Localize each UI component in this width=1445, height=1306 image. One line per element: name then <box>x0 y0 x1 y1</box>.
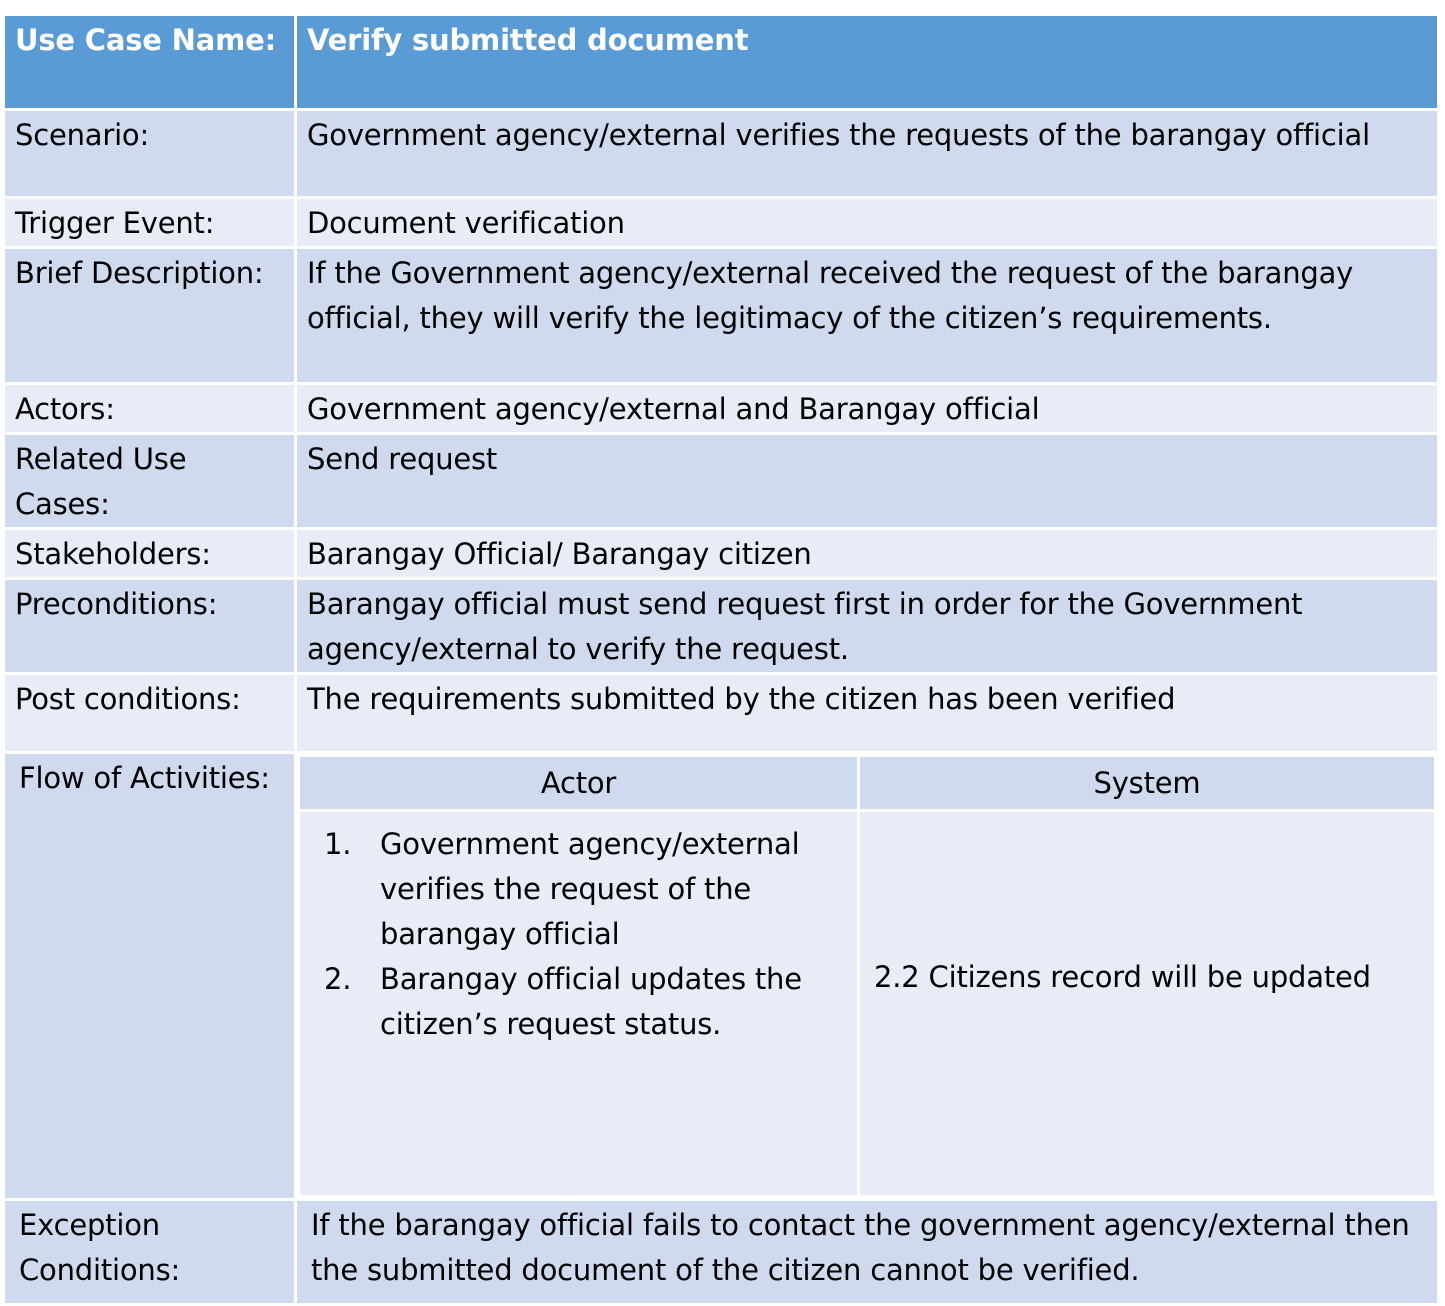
system-response-cell: 2.2 Citizens record will be updated <box>857 809 1437 1198</box>
trigger-event-row: Trigger Event: Document verification <box>2 196 1440 249</box>
exception-conditions-label: Exception Conditions: <box>2 1198 297 1306</box>
brief-description-row: Brief Description: If the Government age… <box>2 246 1440 385</box>
exception-conditions-row: Exception Conditions: If the barangay of… <box>2 1198 1440 1306</box>
actor-steps-cell: 1. Government agency/external verifies t… <box>297 809 860 1198</box>
stakeholders-row: Stakeholders: Barangay Official/ Baranga… <box>2 527 1440 580</box>
step-number: 2. <box>324 962 352 996</box>
related-use-cases-value: Send request <box>294 432 1440 530</box>
actor-step: 2. Barangay official updates the citizen… <box>324 957 847 1047</box>
related-use-cases-label: Related Use Cases: <box>2 432 297 530</box>
use-case-name-value: Verify submitted document <box>294 13 1440 111</box>
scenario-row: Scenario: Government agency/external ver… <box>2 108 1440 199</box>
actors-row: Actors: Government agency/external and B… <box>2 382 1440 435</box>
use-case-table: Use Case Name: Verify submitted document… <box>2 13 1440 1306</box>
preconditions-label: Preconditions: <box>2 577 297 675</box>
trigger-event-label: Trigger Event: <box>2 196 297 249</box>
brief-description-value: If the Government agency/external receiv… <box>294 246 1440 385</box>
flow-body-row: 1. Government agency/external verifies t… <box>297 809 1437 1198</box>
brief-description-label: Brief Description: <box>2 246 297 385</box>
preconditions-row: Preconditions: Barangay official must se… <box>2 577 1440 675</box>
stakeholders-label: Stakeholders: <box>2 527 297 580</box>
exception-conditions-value: If the barangay official fails to contac… <box>294 1198 1440 1306</box>
actor-steps-list: 1. Government agency/external verifies t… <box>310 814 847 1047</box>
scenario-label: Scenario: <box>2 108 297 199</box>
flow-header-row: Actor System <box>297 754 1437 812</box>
system-column-header: System <box>857 754 1437 812</box>
trigger-event-value: Document verification <box>294 196 1440 249</box>
flow-of-activities-label: Flow of Activities: <box>2 751 297 1201</box>
post-conditions-row: Post conditions: The requirements submit… <box>2 672 1440 754</box>
post-conditions-value: The requirements submitted by the citize… <box>294 672 1440 754</box>
actor-step: 1. Government agency/external verifies t… <box>324 822 847 957</box>
use-case-name-row: Use Case Name: Verify submitted document <box>2 13 1440 111</box>
step-number: 1. <box>324 827 352 861</box>
preconditions-value: Barangay official must send request firs… <box>294 577 1440 675</box>
stakeholders-value: Barangay Official/ Barangay citizen <box>294 527 1440 580</box>
flow-of-activities-row: Flow of Activities: Actor System 1. Gove… <box>2 751 1440 1201</box>
flow-of-activities-content: Actor System 1. Government agency/extern… <box>294 751 1440 1201</box>
step-text: Government agency/external verifies the … <box>380 827 800 951</box>
post-conditions-label: Post conditions: <box>2 672 297 754</box>
scenario-value: Government agency/external verifies the … <box>294 108 1440 199</box>
use-case-name-label: Use Case Name: <box>2 13 297 111</box>
actors-label: Actors: <box>2 382 297 435</box>
related-use-cases-row: Related Use Cases: Send request <box>2 432 1440 530</box>
actors-value: Government agency/external and Barangay … <box>294 382 1440 435</box>
step-text: Barangay official updates the citizen’s … <box>380 962 802 1041</box>
actor-column-header: Actor <box>297 754 860 812</box>
flow-table: Actor System 1. Government agency/extern… <box>297 754 1437 1198</box>
